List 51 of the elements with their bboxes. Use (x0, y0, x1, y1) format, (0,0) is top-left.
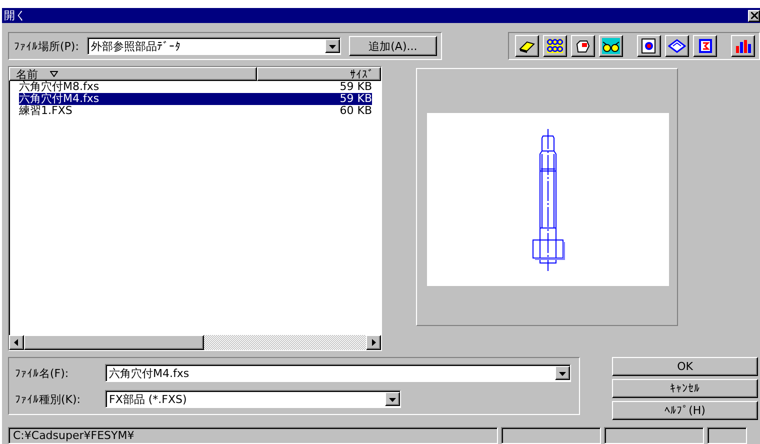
scroll-thumb[interactable] (24, 335, 204, 350)
window-title: 開く (4, 8, 26, 23)
sort-arrow-icon (50, 71, 58, 77)
right-arrow-icon (370, 339, 377, 346)
location-dropdown[interactable]: 外部参照部品ﾃﾞｰﾀ (86, 37, 341, 55)
dropdown-button[interactable] (555, 366, 570, 380)
close-icon (750, 12, 758, 19)
filename-label: ﾌｧｲﾙ名(F): (15, 366, 70, 380)
scroll-left-button[interactable] (9, 335, 24, 350)
filetype-dropdown[interactable]: FX部品 (*.FXS) (105, 390, 401, 408)
glasses-icon (602, 38, 620, 54)
toolbar-button[interactable] (637, 35, 661, 57)
magnifier-icon (640, 38, 658, 54)
dropdown-arrow-icon (389, 396, 396, 402)
left-arrow-icon (13, 339, 20, 346)
filename-field[interactable]: 六角穴付M4.fxs (105, 364, 571, 382)
toolbar-button[interactable] (731, 35, 755, 57)
file-size: 60 KB (340, 105, 372, 117)
dialog-button[interactable]: ｷｬﾝｾﾙ (612, 379, 758, 398)
status-path: C:¥Cadsuper¥FESYM¥ (8, 427, 498, 444)
close-button[interactable] (748, 10, 760, 22)
toolbar-button[interactable] (693, 35, 717, 57)
file-size: 59 KB (340, 81, 372, 93)
file-row[interactable]: 六角穴付M8.fxs 59 KB (19, 81, 372, 93)
filetype-label: ﾌｧｲﾙ種別(K): (15, 392, 82, 406)
toolbar-button[interactable] (515, 35, 539, 57)
grid-icon (546, 38, 564, 54)
add-button[interactable]: 追加(A)... (348, 36, 437, 56)
file-name: 六角穴付M4.fxs (19, 93, 100, 105)
toolbar-button[interactable] (599, 35, 623, 57)
toolbar-button[interactable] (665, 35, 689, 57)
location-label: ﾌｧｲﾙ場所(P): (14, 38, 79, 54)
name-column-header[interactable]: 名前 (9, 67, 257, 81)
toolbar-button[interactable] (543, 35, 567, 57)
toolbar-button[interactable] (571, 35, 595, 57)
horizontal-scrollbar[interactable] (9, 335, 381, 350)
file-row[interactable]: 練習1.FXS 60 KB (19, 105, 372, 117)
file-size: 59 KB (340, 93, 372, 105)
dialog-button[interactable]: OK (612, 357, 758, 376)
dropdown-button[interactable] (385, 392, 400, 406)
dropdown-arrow-icon (559, 370, 566, 376)
file-row[interactable]: 六角穴付M4.fxs 59 KB (19, 93, 372, 105)
dialog-button[interactable]: ﾍﾙﾌﾟ(H) (612, 401, 758, 420)
file-name: 六角穴付M8.fxs (19, 81, 100, 93)
file-name: 練習1.FXS (19, 105, 72, 117)
size-column-header[interactable]: ｻｲｽﾞ (257, 67, 381, 81)
scroll-right-button[interactable] (366, 335, 381, 350)
dropdown-button[interactable] (324, 39, 340, 53)
status-pane (707, 427, 747, 444)
dropdown-arrow-icon (328, 42, 336, 50)
bar-chart-icon (734, 38, 752, 54)
